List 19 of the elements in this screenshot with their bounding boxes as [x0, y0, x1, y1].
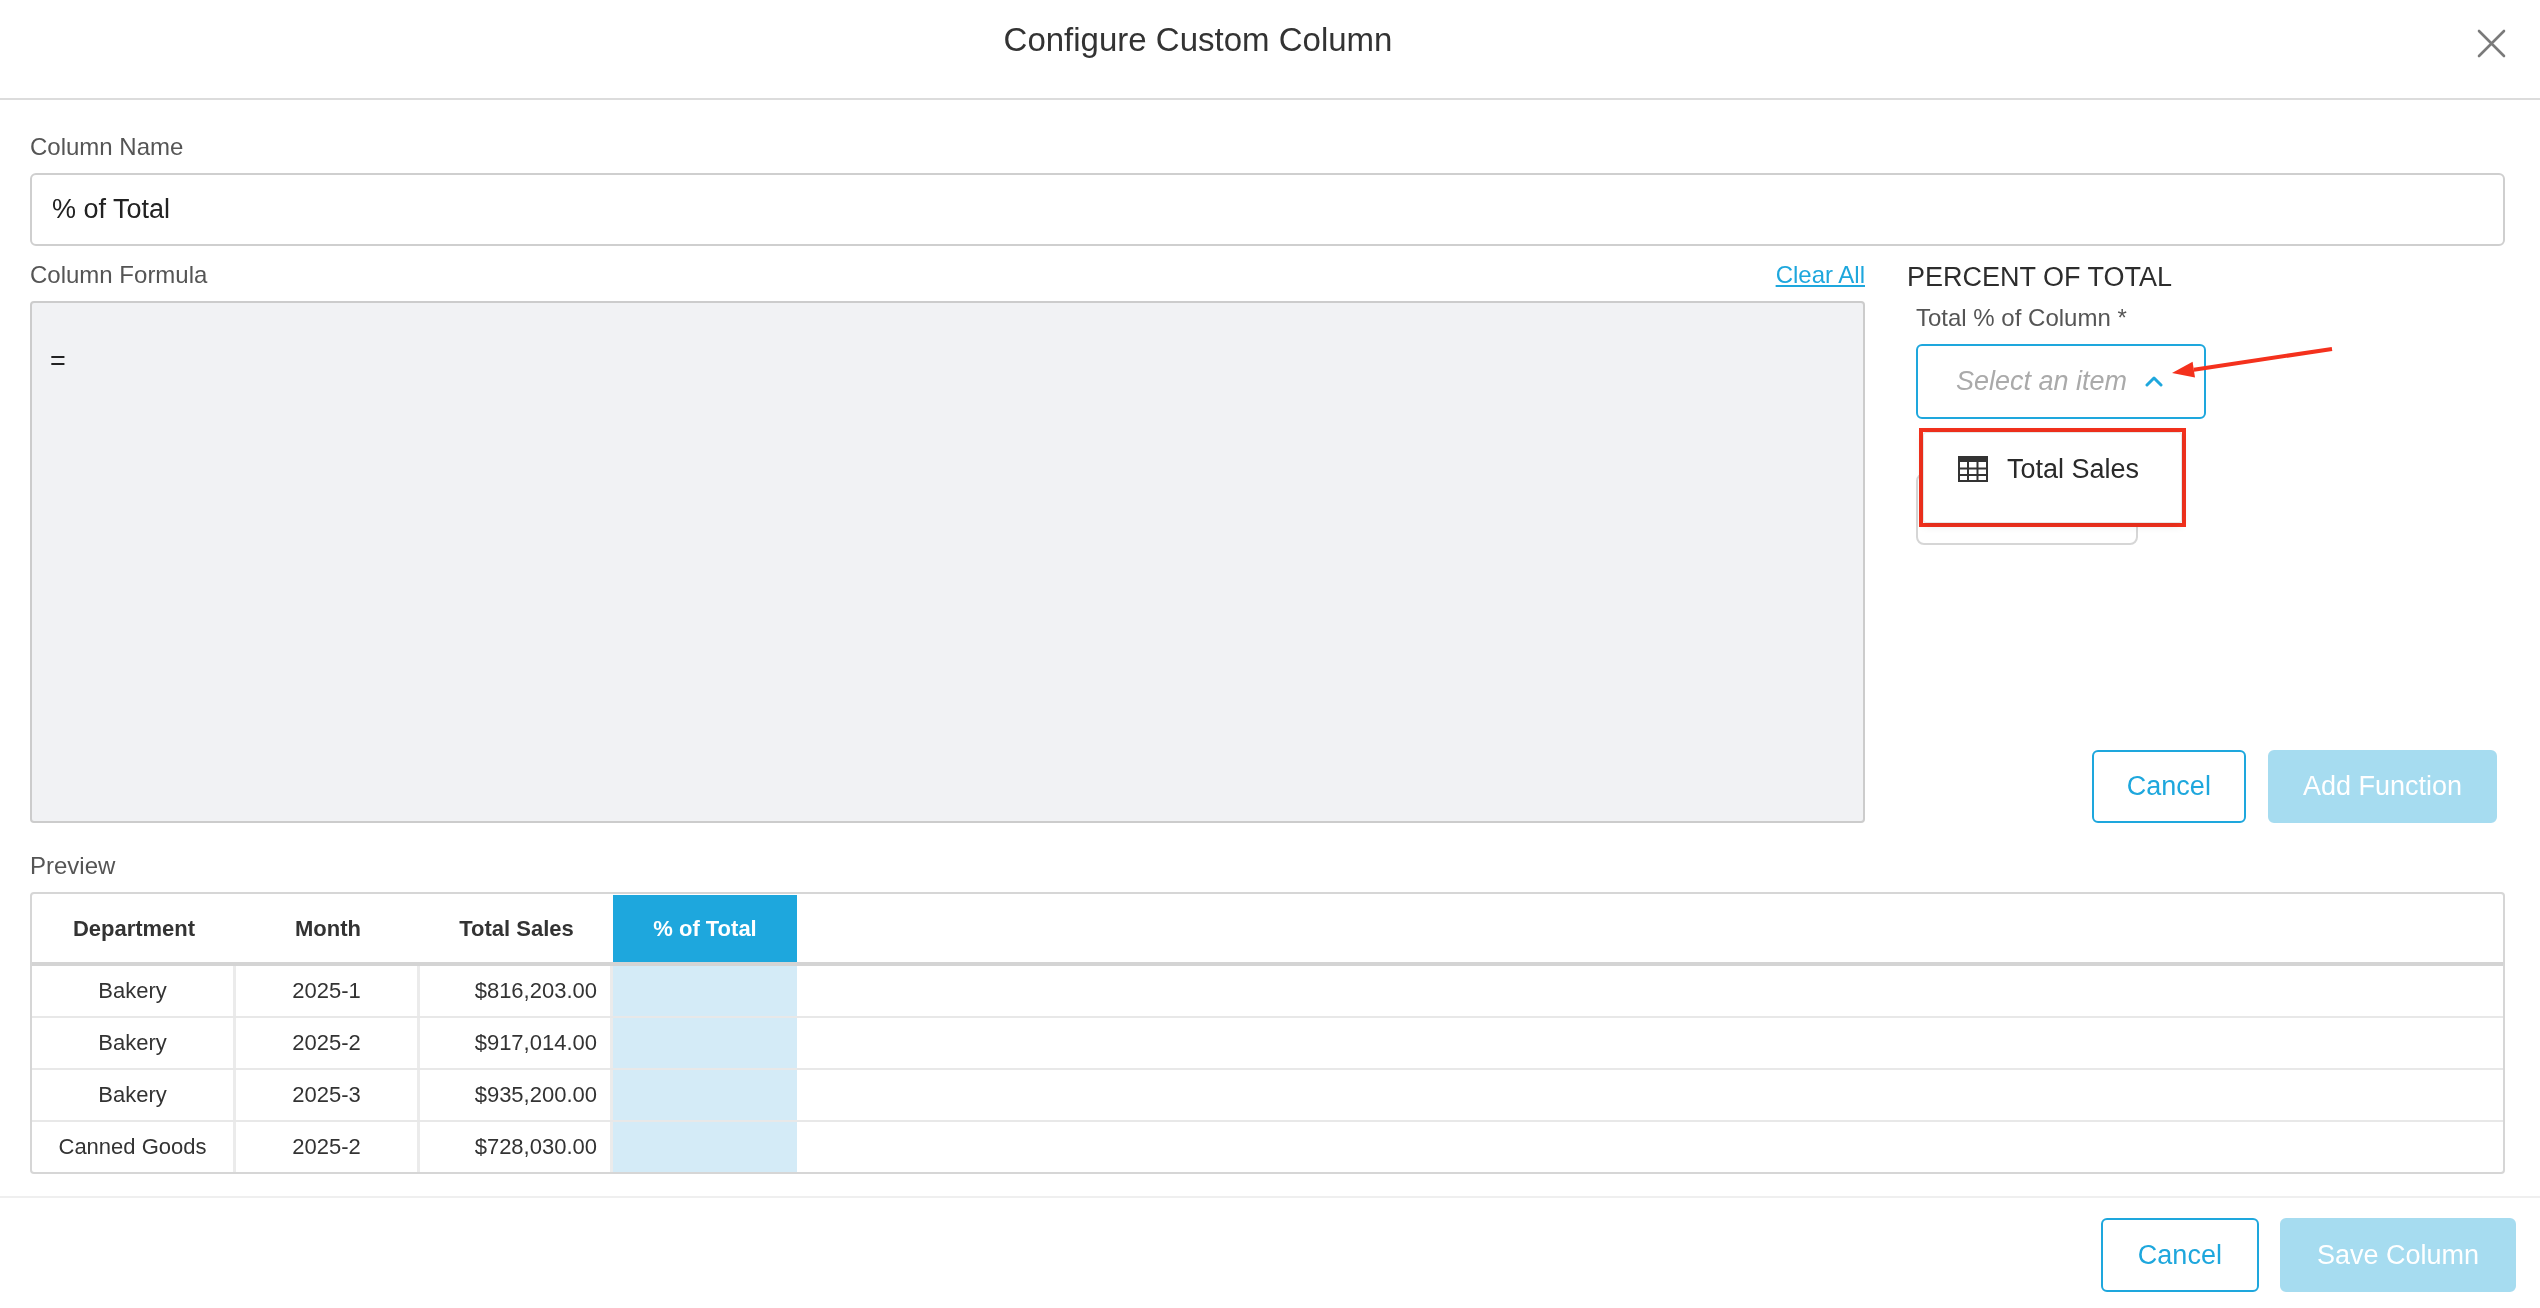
- field-label: Column Formula: [30, 261, 208, 289]
- column-header: Total Sales: [458, 914, 575, 943]
- formula-text: =: [50, 345, 66, 377]
- field-label: Column Name: [30, 133, 184, 161]
- column-header: Month: [294, 914, 362, 943]
- table-cell: 2025-1: [236, 966, 420, 1016]
- panel-heading: PERCENT OF TOTAL: [1907, 261, 2173, 293]
- column-header: Department: [71, 914, 197, 943]
- table-cell: 2025-3: [236, 1070, 420, 1120]
- table-cell: Bakery: [32, 966, 236, 1016]
- field-label: Total % of Column *: [1916, 304, 2127, 332]
- table-cell: 2025-2: [236, 1018, 420, 1068]
- column-header: % of Total: [613, 895, 797, 962]
- dialog-title: Configure Custom Column: [1003, 21, 1393, 58]
- table-cell: Canned Goods: [32, 1122, 236, 1172]
- table-cell: 2025-2: [236, 1122, 420, 1172]
- table-cell: Bakery: [32, 1018, 236, 1068]
- table-cell: Bakery: [32, 1070, 236, 1120]
- section-label: Preview: [30, 852, 116, 880]
